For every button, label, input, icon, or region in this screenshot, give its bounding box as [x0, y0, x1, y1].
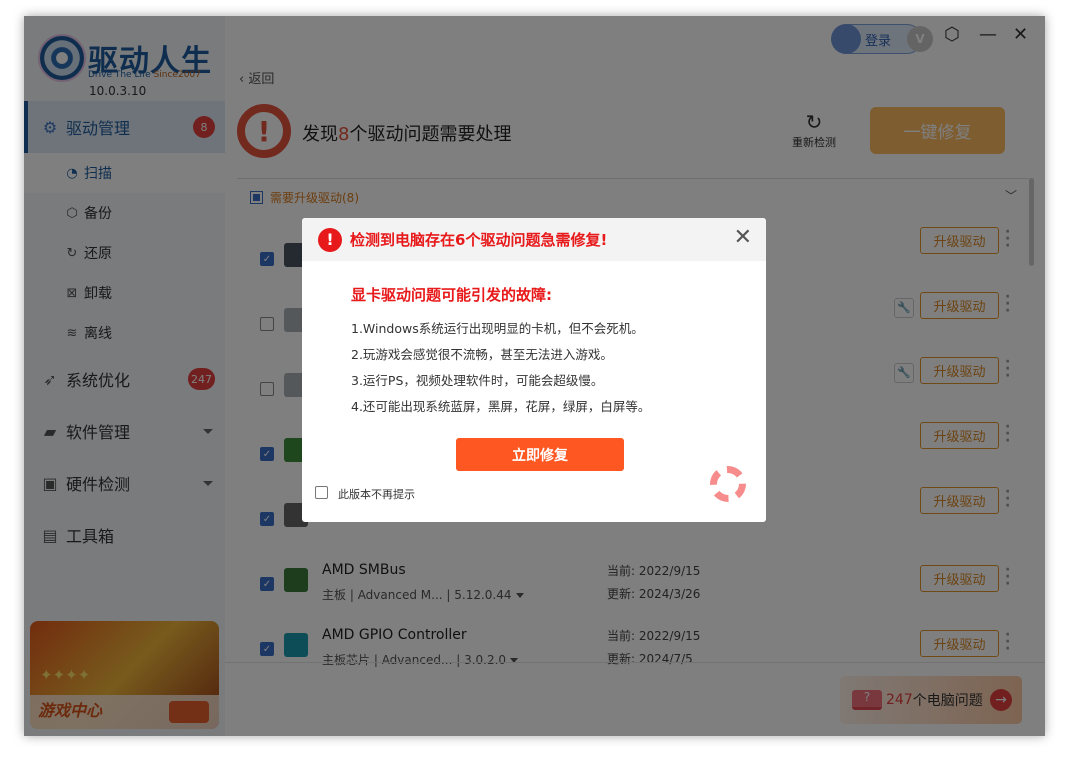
- issue-line: 4.还可能出现系统蓝屏，黑屏，花屏，绿屏，白屏等。: [351, 399, 651, 414]
- issue-line: 1.Windows系统运行出现明显的卡机，但不会死机。: [351, 321, 644, 336]
- alert-icon: !: [318, 227, 342, 252]
- issue-line: 3.运行PS，视频处理软件时，可能会超级慢。: [351, 373, 604, 388]
- gear-decoration-icon: [710, 466, 746, 502]
- dont-show-checkbox[interactable]: [315, 486, 328, 499]
- app-window: 驱动人生 Drive The Life Since2007 10.0.3.10 …: [24, 16, 1045, 736]
- dialog-close-button[interactable]: ✕: [734, 225, 752, 250]
- fix-now-button[interactable]: 立即修复: [456, 438, 624, 471]
- issue-line: 2.玩游戏会感觉很不流畅，甚至无法进入游戏。: [351, 347, 613, 362]
- dialog-subtitle: 显卡驱动问题可能引发的故障:: [351, 286, 552, 304]
- dialog-header: ! 检测到电脑存在6个驱动问题急需修复!: [302, 218, 766, 261]
- dialog-title: 检测到电脑存在6个驱动问题急需修复!: [350, 231, 608, 249]
- dont-show-label: 此版本不再提示: [338, 488, 415, 501]
- driver-problem-dialog: ! 检测到电脑存在6个驱动问题急需修复! ✕ 显卡驱动问题可能引发的故障: 1.…: [302, 218, 766, 522]
